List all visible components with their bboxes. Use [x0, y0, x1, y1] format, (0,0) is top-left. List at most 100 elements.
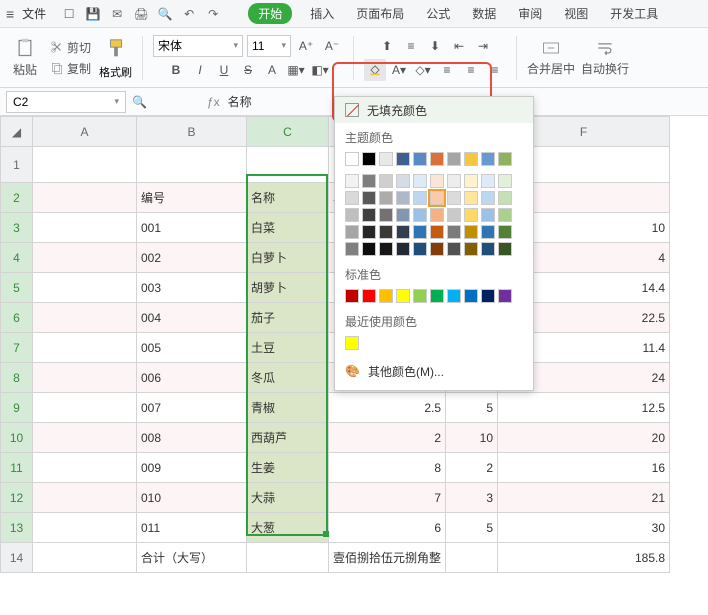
color-swatch[interactable] — [464, 242, 478, 256]
color-swatch[interactable] — [379, 152, 393, 166]
qa-print-icon[interactable]: 🖨 — [132, 5, 150, 23]
cell[interactable]: 3 — [446, 483, 498, 513]
cell[interactable] — [247, 543, 329, 573]
tab-开始[interactable]: 开始 — [248, 3, 292, 24]
underline-button[interactable]: U — [213, 59, 235, 81]
tab-公式[interactable]: 公式 — [422, 3, 454, 24]
cell[interactable]: 003 — [137, 273, 247, 303]
indent-inc-button[interactable]: ⇥ — [472, 35, 494, 57]
color-swatch[interactable] — [498, 289, 512, 303]
color-swatch[interactable] — [447, 242, 461, 256]
color-swatch[interactable] — [464, 225, 478, 239]
color-swatch[interactable] — [481, 208, 495, 222]
cell[interactable]: 青椒 — [247, 393, 329, 423]
color-swatch[interactable] — [430, 225, 444, 239]
fill-color-button[interactable] — [364, 59, 386, 81]
color-swatch[interactable] — [396, 289, 410, 303]
cell[interactable]: 生姜 — [247, 453, 329, 483]
cell[interactable]: 5 — [446, 393, 498, 423]
color-swatch[interactable] — [430, 242, 444, 256]
color-swatch[interactable] — [413, 208, 427, 222]
color-swatch[interactable] — [413, 191, 427, 205]
row-header[interactable]: 1 — [1, 147, 33, 183]
cell[interactable] — [446, 543, 498, 573]
row-header[interactable]: 2 — [1, 183, 33, 213]
color-swatch[interactable] — [379, 225, 393, 239]
font-color-button[interactable]: A — [261, 59, 283, 81]
qa-undo-icon[interactable]: ↶ — [180, 5, 198, 23]
cell[interactable]: 12.5 — [498, 393, 670, 423]
color-swatch[interactable] — [379, 191, 393, 205]
color-swatch[interactable] — [413, 152, 427, 166]
cell[interactable]: 10 — [446, 423, 498, 453]
align-left-button[interactable]: ≡ — [436, 59, 458, 81]
row-header[interactable]: 5 — [1, 273, 33, 303]
color-swatch[interactable] — [464, 174, 478, 188]
cell[interactable] — [33, 303, 137, 333]
color-swatch[interactable] — [481, 242, 495, 256]
color-swatch[interactable] — [464, 191, 478, 205]
cell[interactable]: 007 — [137, 393, 247, 423]
row-header[interactable]: 7 — [1, 333, 33, 363]
color-swatch[interactable] — [447, 225, 461, 239]
color-swatch[interactable] — [413, 225, 427, 239]
align-right-button[interactable]: ≡ — [484, 59, 506, 81]
merge-center-button[interactable]: 合并居中 — [527, 38, 575, 77]
color-swatch[interactable] — [379, 289, 393, 303]
color-swatch[interactable] — [396, 174, 410, 188]
name-box[interactable]: C2▾ — [6, 91, 126, 113]
color-swatch[interactable] — [345, 242, 359, 256]
color-swatch[interactable] — [362, 174, 376, 188]
color-swatch[interactable] — [379, 208, 393, 222]
cell[interactable]: 大蒜 — [247, 483, 329, 513]
color-swatch[interactable] — [498, 174, 512, 188]
color-swatch[interactable] — [362, 191, 376, 205]
formula-bar[interactable]: 名称 — [228, 93, 252, 110]
color-swatch[interactable] — [481, 152, 495, 166]
cell[interactable]: 2 — [446, 453, 498, 483]
color-swatch[interactable] — [447, 152, 461, 166]
color-swatch[interactable] — [481, 191, 495, 205]
align-top-button[interactable]: ⬆ — [376, 35, 398, 57]
italic-button[interactable]: I — [189, 59, 211, 81]
color-swatch[interactable] — [362, 242, 376, 256]
row-header[interactable]: 4 — [1, 243, 33, 273]
color-swatch[interactable] — [447, 191, 461, 205]
color-swatch[interactable] — [430, 208, 444, 222]
fx-icon[interactable]: ƒx — [207, 95, 220, 109]
color-swatch[interactable] — [481, 289, 495, 303]
row-header[interactable]: 9 — [1, 393, 33, 423]
align-center-button[interactable]: ≡ — [460, 59, 482, 81]
cell[interactable]: 008 — [137, 423, 247, 453]
row-header[interactable]: 11 — [1, 453, 33, 483]
select-all-corner[interactable]: ◢ — [1, 117, 33, 147]
menu-icon[interactable]: ≡ — [6, 6, 14, 22]
decrease-font-icon[interactable]: A⁻ — [321, 35, 343, 57]
color-swatch[interactable] — [498, 191, 512, 205]
col-header-C[interactable]: C — [247, 117, 329, 147]
color-swatch[interactable] — [362, 152, 376, 166]
color-swatch[interactable] — [430, 289, 444, 303]
color-swatch[interactable] — [413, 174, 427, 188]
qa-preview-icon[interactable]: 🔍 — [156, 5, 174, 23]
tab-审阅[interactable]: 审阅 — [514, 3, 546, 24]
cell[interactable]: 土豆 — [247, 333, 329, 363]
cell[interactable] — [247, 147, 329, 183]
copy-button[interactable]: 复制 — [48, 59, 93, 78]
qa-icon-3[interactable]: ✉ — [108, 5, 126, 23]
cell[interactable]: 名称 — [247, 183, 329, 213]
color-swatch[interactable] — [345, 174, 359, 188]
cell[interactable] — [33, 333, 137, 363]
cell[interactable] — [33, 183, 137, 213]
cell[interactable]: 011 — [137, 513, 247, 543]
cell[interactable] — [137, 147, 247, 183]
cell[interactable]: 6 — [329, 513, 446, 543]
cell[interactable] — [33, 483, 137, 513]
cell[interactable]: 2.5 — [329, 393, 446, 423]
cell[interactable]: 009 — [137, 453, 247, 483]
color-swatch[interactable] — [447, 174, 461, 188]
color-swatch[interactable] — [464, 208, 478, 222]
cell[interactable]: 2 — [329, 423, 446, 453]
row-header[interactable]: 10 — [1, 423, 33, 453]
increase-font-icon[interactable]: A⁺ — [295, 35, 317, 57]
